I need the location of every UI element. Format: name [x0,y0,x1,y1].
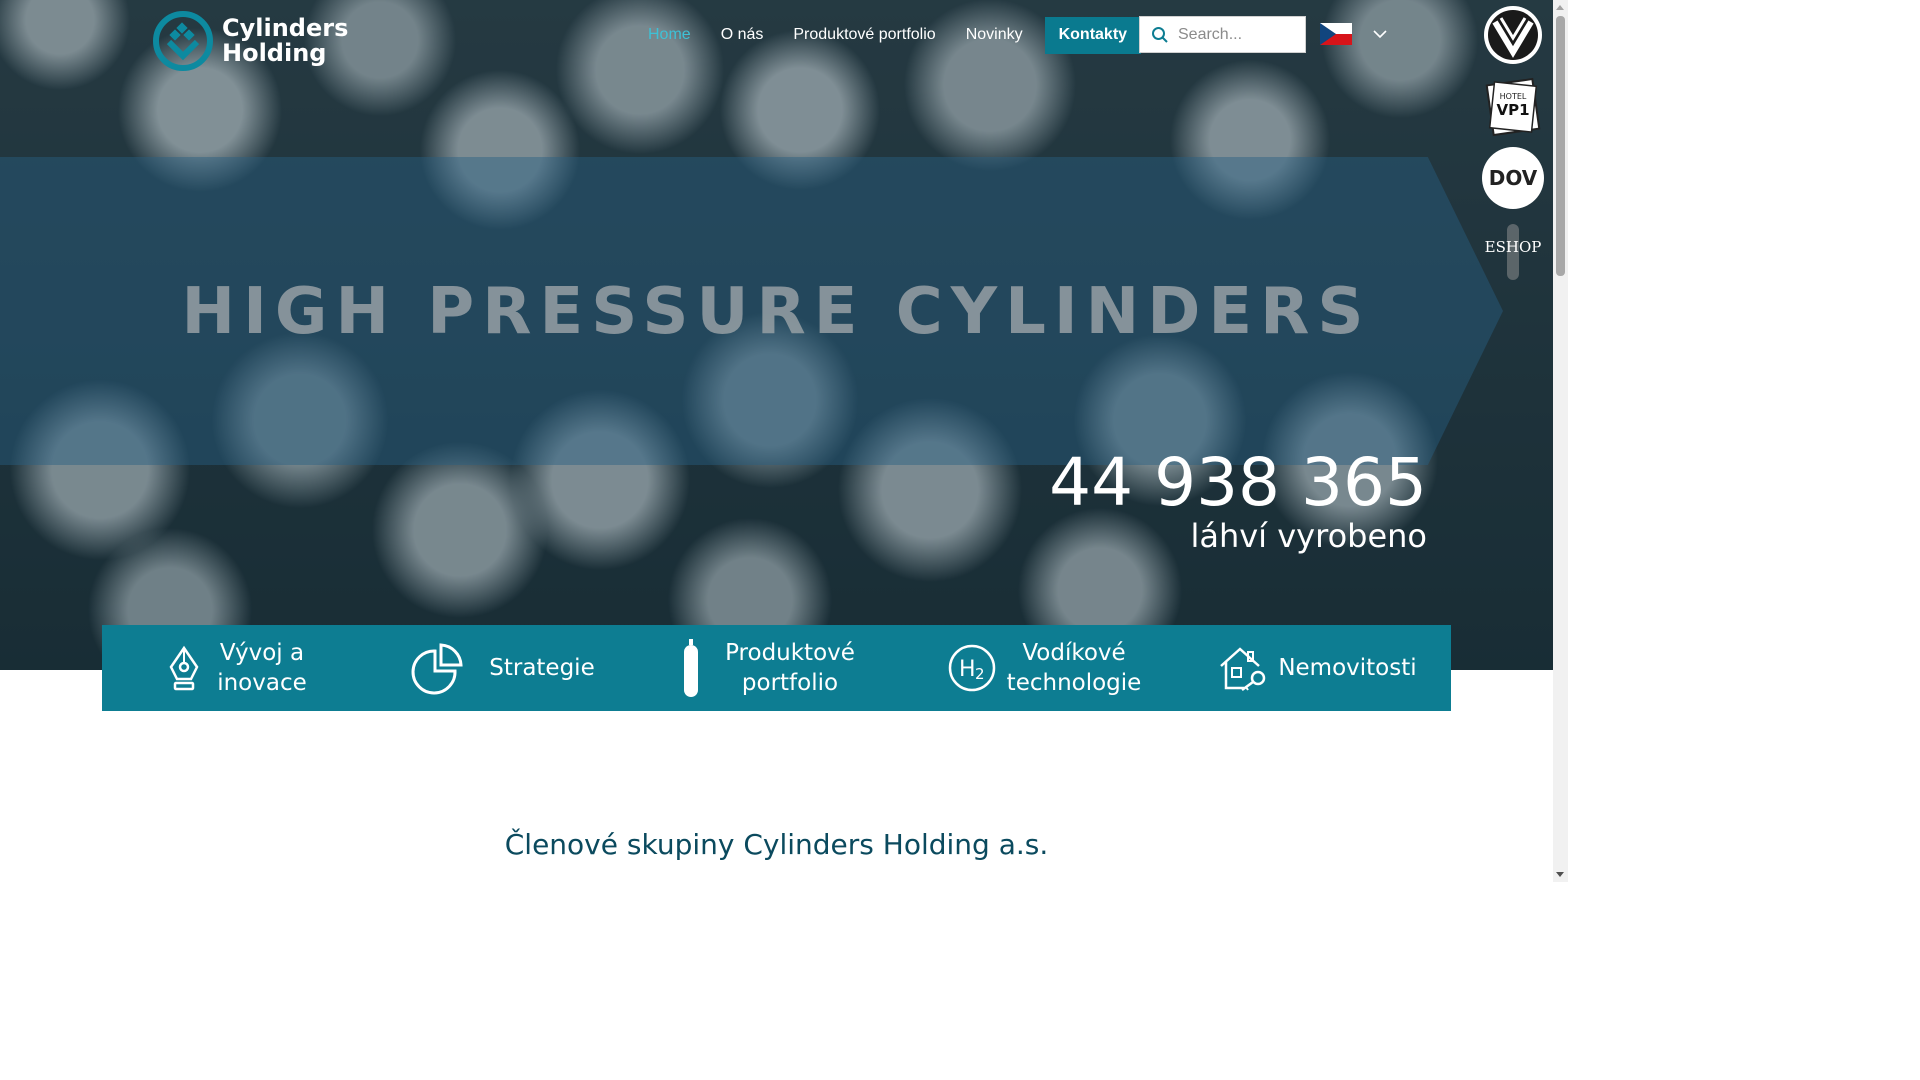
language-selector[interactable] [1320,23,1388,45]
nav-novinky[interactable]: Novinky [951,26,1038,44]
scroll-down-arrow-icon[interactable] [1556,872,1564,877]
site-logo[interactable]: Cylinders Holding [152,10,348,72]
feature-bar: Vývoj a inovace Strategie Produktové por… [102,625,1451,711]
pie-chart-icon [411,643,463,695]
gas-cylinder-icon [684,639,699,697]
nav-home[interactable]: Home [633,26,706,44]
svg-text:H: H [959,657,976,682]
hotel-vp1-logo[interactable]: HOTEL VP1 [1482,76,1544,138]
svg-text:2: 2 [975,665,985,683]
logo-line-2: Holding [222,39,327,67]
feature-label-portfolio: Produktové portfolio [725,638,855,698]
hero-banner-text: HIGH PRESSURE CYLINDERS [181,275,1372,349]
dov-text: DOV [1482,147,1544,209]
nav-produktove-portfolio[interactable]: Produktové portfolio [778,26,950,44]
main-nav: Home O nás Produktové portfolio Novinky … [633,16,1142,54]
feature-label-nemovitosti: Nemovitosti [1278,655,1417,681]
feature-nemovitosti[interactable]: Nemovitosti [1184,625,1451,711]
search-input[interactable] [1178,25,1298,44]
feature-label-vodikove: Vodíkové technologie [1007,638,1142,698]
logo-wordmark: Cylinders Holding [222,16,348,66]
feature-vodikove-line1: Vodíkové [1022,640,1126,666]
feature-label-vyvoj: Vývoj a inovace [217,638,307,698]
feature-portfolio-line2: portfolio [741,670,839,696]
hero-banner: HIGH PRESSURE CYLINDERS 44 938 365 láhví… [0,0,1553,670]
nav-o-nas[interactable]: O nás [706,26,779,44]
logo-line-1: Cylinders [222,14,349,42]
contacts-button[interactable]: Kontakty [1044,16,1142,54]
vp1-name-text: VP1 [1496,101,1530,119]
scrollbar-thumb[interactable] [1556,16,1565,276]
h2-icon: H 2 [948,644,995,692]
members-section-title: Členové skupiny Cylinders Holding a.s. [504,828,1049,861]
feature-vyvoj-line1: Vývoj a [219,640,305,666]
eshop-link[interactable]: ESHOP [1470,238,1556,256]
brand-rail: HOTEL VP1 DOV ESHOP [1470,0,1554,882]
page-scrollbar[interactable] [1553,0,1568,882]
feature-vodikove-line2: technologie [1006,670,1142,696]
feature-vyvoj-inovace[interactable]: Vývoj a inovace [102,625,372,711]
feature-label-strategie: Strategie [489,655,595,681]
bottles-counter-value: 44 938 365 [1049,444,1427,521]
dov-logo[interactable]: DOV [1482,147,1544,209]
vp1-hotel-text: HOTEL [1499,92,1527,101]
pen-nib-icon [169,645,199,691]
search-box[interactable] [1139,16,1306,53]
bottles-counter-label: láhví vyrobeno [1190,517,1427,555]
scroll-up-arrow-icon[interactable] [1556,5,1564,10]
feature-vodikove-technologie[interactable]: H 2 Vodíkové technologie [904,625,1184,711]
cylinders-holding-logo-icon [153,11,213,71]
feature-vyvoj-line2: inovace [217,670,307,696]
mv-brand-logo[interactable] [1482,4,1544,66]
house-key-icon [1220,647,1266,692]
feature-produktove-portfolio[interactable]: Produktové portfolio [634,625,904,711]
czech-flag-icon [1320,23,1352,45]
chevron-down-icon [1373,30,1387,39]
search-icon [1152,26,1168,43]
feature-portfolio-line1: Produktové [725,640,855,666]
feature-strategie[interactable]: Strategie [372,625,634,711]
